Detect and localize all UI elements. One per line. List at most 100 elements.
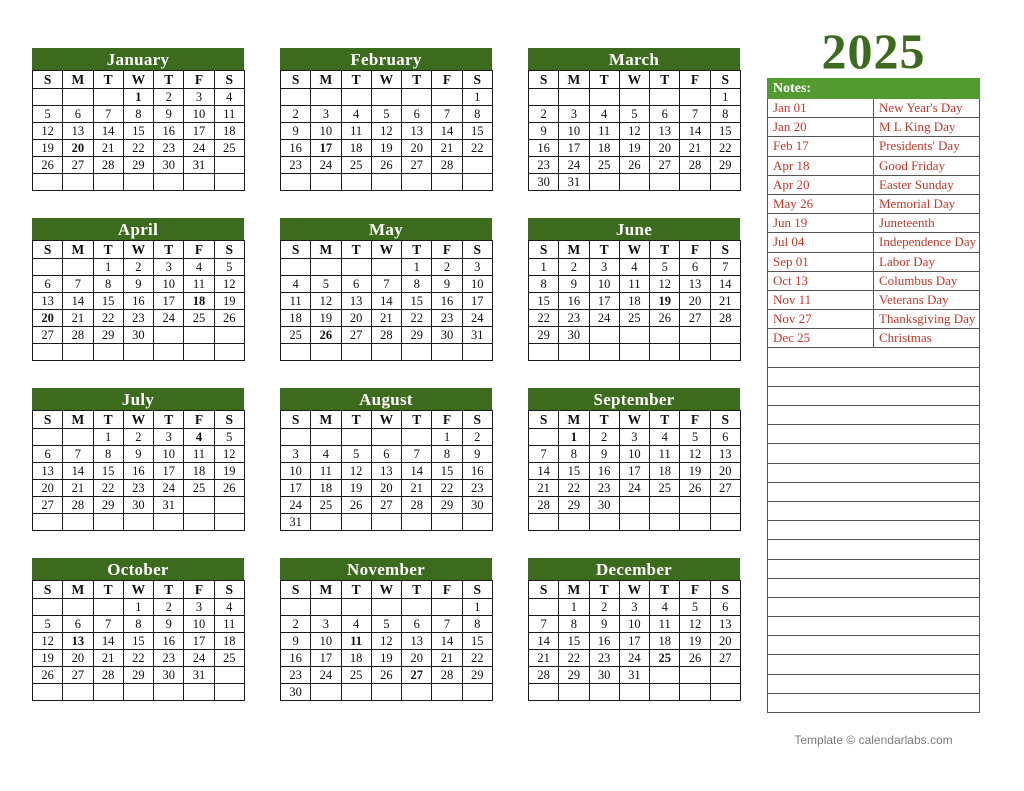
day-cell-30[interactable]: 30 — [122, 326, 155, 344]
day-cell-30[interactable]: 30 — [558, 326, 590, 344]
day-cell-30[interactable]: 30 — [153, 666, 185, 684]
notes-blank-row[interactable] — [767, 539, 980, 560]
day-cell-6[interactable]: 6 — [31, 445, 64, 463]
day-cell-8[interactable]: 8 — [558, 615, 590, 633]
day-cell-10[interactable]: 10 — [310, 122, 342, 140]
day-cell-20[interactable]: 20 — [401, 139, 433, 157]
day-cell-4[interactable]: 4 — [649, 598, 681, 616]
day-cell-20[interactable]: 20 — [709, 462, 741, 480]
day-cell-22[interactable]: 22 — [461, 649, 493, 667]
day-cell-27[interactable]: 27 — [709, 479, 741, 497]
day-cell-26[interactable]: 26 — [649, 309, 681, 327]
day-cell-3[interactable]: 3 — [461, 258, 493, 276]
day-cell-13[interactable]: 13 — [370, 462, 403, 480]
day-cell-3[interactable]: 3 — [183, 88, 215, 106]
day-cell-24[interactable]: 24 — [461, 309, 493, 327]
day-cell-18[interactable]: 18 — [183, 462, 215, 480]
notes-blank-line[interactable] — [767, 558, 980, 579]
day-cell-13[interactable]: 13 — [31, 462, 64, 480]
day-cell-30[interactable]: 30 — [279, 683, 312, 701]
day-cell-7[interactable]: 7 — [62, 275, 94, 293]
day-cell-27[interactable]: 27 — [31, 496, 64, 514]
day-cell-13[interactable]: 13 — [401, 632, 433, 650]
day-cell-24[interactable]: 24 — [310, 156, 342, 174]
day-cell-25[interactable]: 25 — [310, 496, 342, 514]
day-cell-12[interactable]: 12 — [370, 122, 403, 140]
day-cell-7[interactable]: 7 — [709, 258, 741, 276]
notes-blank-row[interactable] — [767, 692, 980, 714]
day-cell-9[interactable]: 9 — [527, 122, 560, 140]
day-cell-11[interactable]: 11 — [340, 122, 372, 140]
day-cell-18[interactable]: 18 — [213, 122, 245, 140]
notes-blank-line[interactable] — [767, 462, 980, 483]
day-cell-22[interactable]: 22 — [558, 479, 590, 497]
day-cell-3[interactable]: 3 — [310, 615, 342, 633]
day-cell-13[interactable]: 13 — [62, 632, 94, 650]
day-cell-23[interactable]: 23 — [122, 309, 155, 327]
day-cell-19[interactable]: 19 — [213, 292, 245, 310]
day-cell-8[interactable]: 8 — [461, 615, 493, 633]
day-cell-20[interactable]: 20 — [31, 309, 64, 327]
day-cell-18[interactable]: 18 — [649, 462, 681, 480]
day-cell-18[interactable]: 18 — [618, 292, 651, 310]
day-cell-1[interactable]: 1 — [122, 88, 155, 106]
day-cell-25[interactable]: 25 — [183, 309, 215, 327]
notes-blank-row[interactable] — [767, 520, 980, 541]
day-cell-12[interactable]: 12 — [213, 445, 245, 463]
day-cell-17[interactable]: 17 — [183, 122, 215, 140]
day-cell-12[interactable]: 12 — [370, 632, 403, 650]
notes-blank-row[interactable] — [767, 347, 980, 368]
day-cell-7[interactable]: 7 — [527, 615, 560, 633]
day-cell-5[interactable]: 5 — [310, 275, 342, 293]
day-cell-29[interactable]: 29 — [122, 156, 155, 174]
day-cell-1[interactable]: 1 — [431, 428, 463, 446]
day-cell-10[interactable]: 10 — [310, 632, 342, 650]
day-cell-1[interactable]: 1 — [92, 428, 124, 446]
day-cell-23[interactable]: 23 — [588, 479, 620, 497]
day-cell-11[interactable]: 11 — [213, 615, 245, 633]
day-cell-14[interactable]: 14 — [401, 462, 433, 480]
day-cell-23[interactable]: 23 — [279, 666, 312, 684]
day-cell-31[interactable]: 31 — [461, 326, 493, 344]
day-cell-2[interactable]: 2 — [153, 88, 185, 106]
day-cell-27[interactable]: 27 — [401, 666, 433, 684]
notes-blank-row[interactable] — [767, 596, 980, 618]
day-cell-4[interactable]: 4 — [213, 88, 245, 106]
day-cell-23[interactable]: 23 — [588, 649, 620, 667]
day-cell-18[interactable]: 18 — [183, 292, 215, 310]
notes-blank-line[interactable] — [767, 404, 980, 426]
day-cell-12[interactable]: 12 — [618, 122, 651, 140]
day-cell-6[interactable]: 6 — [649, 105, 681, 123]
day-cell-8[interactable]: 8 — [92, 445, 124, 463]
day-cell-26[interactable]: 26 — [679, 479, 711, 497]
day-cell-30[interactable]: 30 — [122, 496, 155, 514]
day-cell-8[interactable]: 8 — [431, 445, 463, 463]
notes-blank-line[interactable] — [767, 500, 980, 522]
day-cell-14[interactable]: 14 — [92, 122, 124, 140]
day-cell-7[interactable]: 7 — [679, 105, 711, 123]
day-cell-18[interactable]: 18 — [340, 649, 372, 667]
day-cell-24[interactable]: 24 — [153, 479, 185, 497]
notes-blank-row[interactable] — [767, 635, 980, 656]
day-cell-14[interactable]: 14 — [62, 462, 94, 480]
day-cell-4[interactable]: 4 — [213, 598, 245, 616]
day-cell-29[interactable]: 29 — [92, 326, 124, 344]
day-cell-31[interactable]: 31 — [153, 496, 185, 514]
notes-blank-line[interactable] — [767, 635, 980, 656]
day-cell-30[interactable]: 30 — [153, 156, 185, 174]
day-cell-7[interactable]: 7 — [431, 105, 463, 123]
day-cell-16[interactable]: 16 — [153, 632, 185, 650]
day-cell-11[interactable]: 11 — [649, 445, 681, 463]
day-cell-31[interactable]: 31 — [183, 666, 215, 684]
day-cell-23[interactable]: 23 — [279, 156, 312, 174]
notes-blank-line[interactable] — [767, 443, 980, 464]
day-cell-11[interactable]: 11 — [279, 292, 312, 310]
day-cell-30[interactable]: 30 — [431, 326, 463, 344]
day-cell-24[interactable]: 24 — [153, 309, 185, 327]
day-cell-26[interactable]: 26 — [679, 649, 711, 667]
day-cell-5[interactable]: 5 — [340, 445, 372, 463]
day-cell-16[interactable]: 16 — [527, 139, 560, 157]
day-cell-19[interactable]: 19 — [31, 649, 64, 667]
notes-blank-line[interactable] — [767, 385, 980, 407]
day-cell-3[interactable]: 3 — [183, 598, 215, 616]
